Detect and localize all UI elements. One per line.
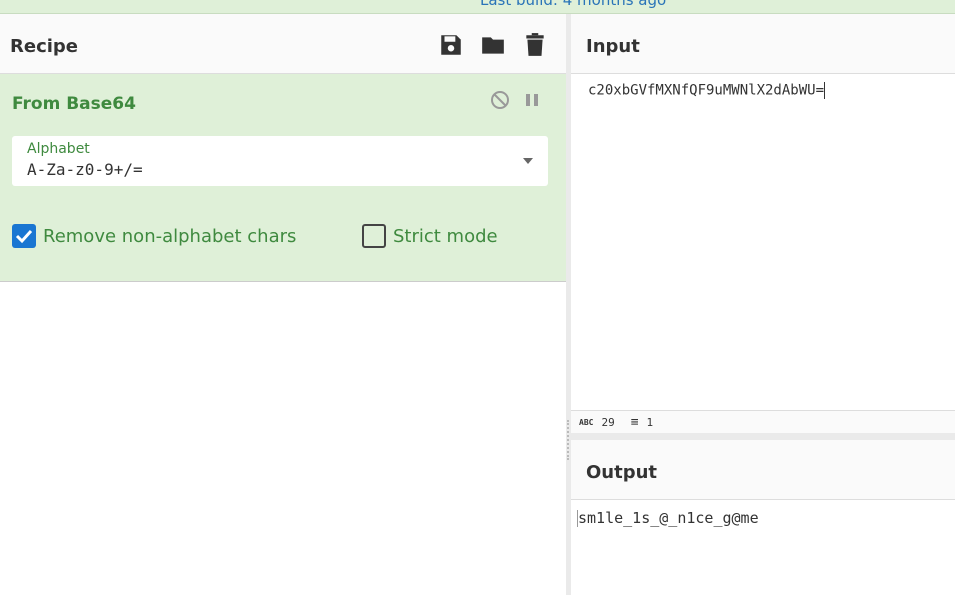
input-header: Input (571, 14, 955, 74)
lines-icon: ≡ (630, 414, 639, 430)
input-status-bar: ABC 29 ≡ 1 (571, 410, 955, 433)
folder-icon[interactable] (480, 32, 506, 58)
input-title: Input (586, 36, 640, 57)
io-separator[interactable] (571, 433, 955, 440)
pause-icon[interactable] (524, 90, 540, 110)
trash-icon[interactable] (522, 32, 548, 58)
char-count: 29 (601, 415, 615, 429)
operation-from-base64: From Base64 Alphabet A-Za-z0-9+/= Remove… (0, 74, 566, 282)
last-build-link[interactable]: Last build: 4 months ago (480, 0, 666, 9)
input-text: c20xbGVfMXNfQF9uMWNlX2dAbWU= (588, 82, 825, 99)
recipe-header: Recipe (0, 14, 566, 74)
remove-non-alphabet-label: Remove non-alphabet chars (43, 225, 297, 247)
remove-non-alphabet-checkbox[interactable]: Remove non-alphabet chars (12, 224, 296, 248)
output-textarea[interactable]: sm1le_1s_@_n1ce_g@me (571, 500, 955, 536)
abc-icon: ABC (579, 417, 594, 427)
line-count: 1 (646, 415, 654, 429)
input-textarea[interactable]: c20xbGVfMXNfQF9uMWNlX2dAbWU= (571, 74, 955, 410)
strict-mode-checkbox[interactable]: Strict mode (362, 224, 498, 248)
output-header: Output (571, 440, 955, 500)
output-text: sm1le_1s_@_n1ce_g@me (578, 509, 759, 527)
alphabet-select[interactable]: Alphabet A-Za-z0-9+/= (12, 136, 548, 186)
strict-mode-label: Strict mode (393, 225, 498, 247)
chevron-down-icon[interactable] (523, 158, 533, 164)
recipe-title: Recipe (10, 36, 79, 57)
top-banner: Last build: 4 months ago (0, 0, 955, 14)
checkbox-checked-icon[interactable] (12, 224, 36, 248)
operation-title: From Base64 (12, 94, 136, 114)
alphabet-value: A-Za-z0-9+/= (27, 160, 143, 179)
disable-icon[interactable] (490, 90, 510, 110)
save-icon[interactable] (438, 32, 464, 58)
io-panel: Input c20xbGVfMXNfQF9uMWNlX2dAbWU= ABC 2… (571, 14, 955, 595)
checkbox-unchecked-icon[interactable] (362, 224, 386, 248)
resize-grip[interactable] (567, 420, 569, 460)
output-title: Output (586, 462, 658, 483)
recipe-panel: Recipe From Base64 Alphabet A-Za-z0-9+/=… (0, 14, 566, 595)
alphabet-label: Alphabet (27, 141, 90, 157)
